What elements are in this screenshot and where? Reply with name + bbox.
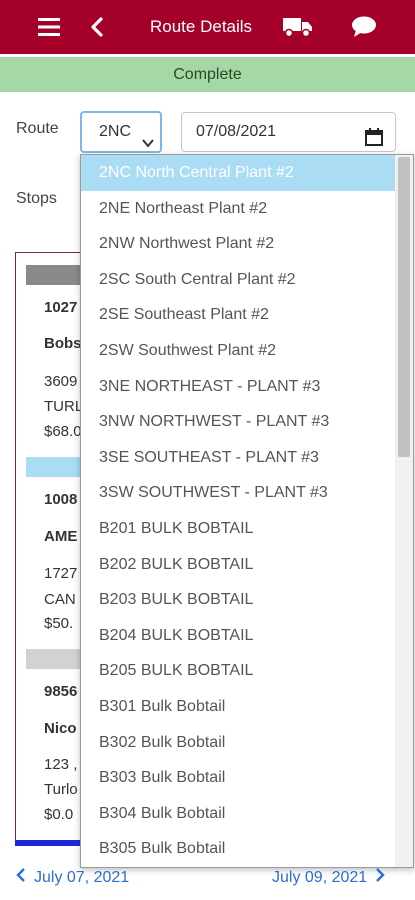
route-select[interactable]: 2NC <box>80 111 162 153</box>
route-option[interactable]: B202 BULK BOBTAIL <box>81 547 413 583</box>
route-option[interactable]: 2NW Northwest Plant #2 <box>81 226 413 262</box>
route-option[interactable]: B205 BULK BOBTAIL <box>81 653 413 689</box>
stop-name: Nico <box>44 720 77 737</box>
scrollbar-thumb[interactable] <box>398 157 410 457</box>
route-option[interactable]: 2SW Southwest Plant #2 <box>81 333 413 369</box>
route-option[interactable]: B204 BULK BOBTAIL <box>81 618 413 654</box>
route-option[interactable]: B201 BULK BOBTAIL <box>81 511 413 547</box>
date-value: 07/08/2021 <box>196 123 277 140</box>
stop-amount: $68.0 <box>44 423 82 440</box>
chat-bubble-icon[interactable] <box>349 0 379 54</box>
route-option[interactable]: 2NC North Central Plant #2 <box>81 155 413 191</box>
stop-address: 3609 <box>44 373 78 390</box>
chevron-right-icon <box>375 868 385 887</box>
stop-name: Bobs <box>44 335 82 352</box>
route-option[interactable]: 3SW SOUTHWEST - PLANT #3 <box>81 475 413 511</box>
dropdown-scrollbar[interactable] <box>395 155 413 867</box>
stop-address: 1727 <box>44 565 78 582</box>
truck-icon[interactable] <box>281 0 315 54</box>
stop-id: 9856 <box>44 683 78 700</box>
route-option[interactable]: B203 BULK BOBTAIL <box>81 582 413 618</box>
card-status-strip <box>26 457 85 477</box>
back-chevron-icon[interactable] <box>84 0 110 54</box>
route-option[interactable]: 2SE Southeast Plant #2 <box>81 297 413 333</box>
page-title: Route Details <box>150 17 253 36</box>
card-status-strip <box>26 649 85 669</box>
status-banner: Complete <box>0 57 415 92</box>
route-option[interactable]: B305 Bulk Bobtail <box>81 831 413 867</box>
next-day-link[interactable]: July 09, 2021 <box>272 868 385 887</box>
route-option[interactable]: 3SE SOUTHEAST - PLANT #3 <box>81 440 413 476</box>
stops-label: Stops <box>16 190 57 207</box>
list-footer-strip <box>15 840 82 846</box>
stop-name: AME <box>44 528 78 545</box>
route-option[interactable]: B303 Bulk Bobtail <box>81 760 413 796</box>
stop-amount: $0.0 <box>44 806 74 823</box>
stops-list: 1027 Bobs 3609 TURL $68.0 1008 AME 1727 … <box>15 252 85 846</box>
stop-city: Turlo <box>44 781 78 798</box>
stop-id: 1008 <box>44 491 78 508</box>
chevron-left-icon <box>16 868 26 887</box>
route-option[interactable]: 3NW NORTHWEST - PLANT #3 <box>81 404 413 440</box>
route-option[interactable]: B304 Bulk Bobtail <box>81 796 413 832</box>
route-option[interactable]: 2NE Northeast Plant #2 <box>81 191 413 227</box>
app-header: Route Details <box>0 0 415 54</box>
route-label: Route <box>16 120 59 137</box>
stop-city: CAN <box>44 591 76 608</box>
prev-day-label: July 07, 2021 <box>34 868 130 886</box>
date-input[interactable]: 07/08/2021 <box>181 112 396 152</box>
route-option[interactable]: B302 Bulk Bobtail <box>81 725 413 761</box>
card-status-strip <box>26 265 85 285</box>
route-option[interactable]: B301 Bulk Bobtail <box>81 689 413 725</box>
prev-day-link[interactable]: July 07, 2021 <box>16 868 129 887</box>
stop-id: 1027 <box>44 299 78 316</box>
route-select-value: 2NC <box>99 123 132 140</box>
stop-city: TURL <box>44 398 84 415</box>
route-option[interactable]: 3NE NORTHEAST - PLANT #3 <box>81 369 413 405</box>
stop-address: 123 , <box>44 756 78 773</box>
route-option[interactable]: 2SC South Central Plant #2 <box>81 262 413 298</box>
next-day-label: July 09, 2021 <box>272 868 368 886</box>
route-dropdown-list[interactable]: 2NC North Central Plant #2 2NE Northeast… <box>80 154 414 868</box>
hamburger-menu-icon[interactable] <box>34 0 64 54</box>
stop-amount: $50. <box>44 615 74 632</box>
